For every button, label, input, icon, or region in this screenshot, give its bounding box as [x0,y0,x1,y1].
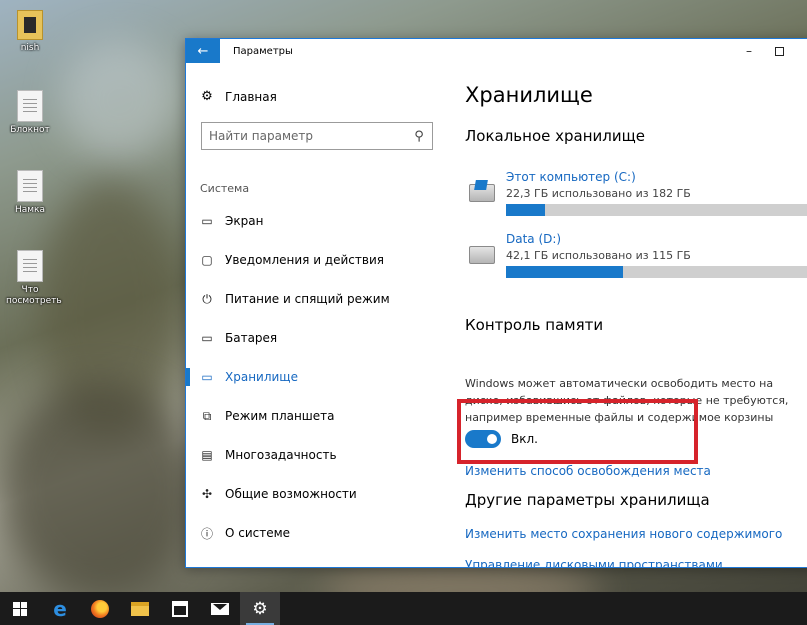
drive-usage-bar [506,266,807,278]
sidebar-item-label: Общие возможности [225,487,357,501]
system-drive-icon [469,184,495,202]
desktop-icon-notepad[interactable]: Блокнот [6,90,54,136]
drive-d[interactable]: Data (D:) 42,1 ГБ использовано из 115 ГБ [465,232,807,282]
text-file-icon [17,250,43,282]
tablet-mode-icon: ⧉ [202,408,212,423]
window-title: Параметры [233,45,293,57]
edge-icon: e [53,596,67,621]
sidebar-item-label: О системе [225,526,291,540]
taskbar: e ⚙ [0,592,807,625]
page-title: Хранилище [465,83,593,107]
sidebar-item-multitasking[interactable]: ▤ Многозадачность [186,440,446,470]
search-box[interactable]: ⚲ [201,122,433,150]
folder-icon [17,10,43,40]
firefox-icon [91,599,109,618]
multitasking-icon: ▤ [201,448,213,462]
text-file-icon [17,90,43,122]
gear-icon: ⚙ [252,598,268,619]
main-content: Хранилище Локальное хранилище Этот компь… [465,63,807,567]
local-storage-heading: Локальное хранилище [465,127,645,145]
back-arrow-icon: ← [197,43,209,59]
sidebar-item-label: Уведомления и действия [225,253,384,267]
sidebar-item-about[interactable]: ⓘ О системе [186,518,446,548]
back-button[interactable]: ← [186,39,220,63]
minimize-button[interactable]: – [734,39,764,63]
sidebar-home[interactable]: ⚙ Главная [200,89,277,104]
drive-name: Этот компьютер (C:) [506,170,636,184]
start-button[interactable] [0,592,40,625]
hard-drive-icon [469,246,495,264]
drive-usage-fill [506,204,546,216]
drive-usage-text: 22,3 ГБ использовано из 182 ГБ [506,187,691,200]
maximize-icon [774,46,784,56]
store-icon [172,600,188,617]
storage-sense-heading: Контроль памяти [465,316,604,334]
taskbar-firefox[interactable] [80,592,120,625]
battery-icon: ▭ [201,331,213,345]
sidebar-item-battery[interactable]: ▭ Батарея [186,323,446,353]
other-storage-heading: Другие параметры хранилища [465,491,710,509]
windows-logo-icon [13,601,27,616]
search-icon[interactable]: ⚲ [406,129,432,144]
sidebar-item-storage[interactable]: ▭ Хранилище [186,362,446,392]
drive-name: Data (D:) [506,232,562,246]
settings-window: ← Параметры – ⚙ Главная ⚲ Система ▭ Экра… [185,38,807,568]
title-bar: ← Параметры – [186,39,807,63]
taskbar-file-explorer[interactable] [120,592,160,625]
manage-storage-spaces-link[interactable]: Управление дисковыми пространствами [465,558,723,567]
gear-icon: ⚙ [201,89,213,104]
drive-usage-bar [506,204,807,216]
sidebar-section-label: Система [200,182,250,195]
desktop-icon-namka[interactable]: Намка [6,170,54,216]
sidebar-item-shared-experiences[interactable]: ✣ Общие возможности [186,479,446,509]
desktop-icon-label: Намка [14,205,46,215]
wallpaper-sky [60,40,180,160]
taskbar-settings[interactable]: ⚙ [240,592,280,625]
display-icon: ▭ [201,214,213,228]
mail-icon [211,602,229,615]
desktop-icon-watch[interactable]: Что посмотреть [6,250,62,307]
desktop-icon-label: Что посмотреть [6,285,62,306]
sidebar-item-label: Батарея [225,331,278,345]
search-input[interactable] [209,129,406,143]
minimize-icon: – [746,44,752,58]
power-icon: ⏻ [202,291,212,306]
maximize-button[interactable] [764,39,794,63]
wallpaper-ground [0,380,200,600]
about-icon: ⓘ [200,526,213,541]
change-save-location-link[interactable]: Изменить место сохранения нового содержи… [465,527,782,541]
desktop-icon-nish[interactable]: nish [6,10,54,54]
drive-usage-fill [506,266,624,278]
drive-usage-text: 42,1 ГБ использовано из 115 ГБ [506,249,691,262]
sidebar-item-display[interactable]: ▭ Экран [186,206,446,236]
sidebar-item-label: Хранилище [225,370,298,384]
sidebar-item-label: Питание и спящий режим [225,292,390,306]
sidebar-item-tablet-mode[interactable]: ⧉ Режим планшета [186,401,446,431]
drive-c[interactable]: Этот компьютер (C:) 22,3 ГБ использовано… [465,170,807,220]
sidebar-home-label: Главная [225,89,277,104]
taskbar-mail[interactable] [200,592,240,625]
file-explorer-icon [131,601,149,616]
sidebar-item-power[interactable]: ⏻ Питание и спящий режим [186,284,446,314]
sidebar-item-notifications[interactable]: ▢ Уведомления и действия [186,245,446,275]
sidebar: ⚙ Главная ⚲ Система ▭ Экран ▢ Уведомлени… [186,63,446,567]
sidebar-item-label: Режим планшета [225,409,335,423]
desktop-icon-label: Блокнот [10,125,50,135]
taskbar-edge[interactable]: e [40,592,80,625]
change-free-space-link[interactable]: Изменить способ освобождения места [465,464,711,478]
desktop-icon-label: nish [20,43,40,53]
notifications-icon: ▢ [201,253,213,267]
shared-experiences-icon: ✣ [201,487,213,501]
sidebar-item-label: Многозадачность [225,448,337,462]
highlight-box [457,399,698,464]
taskbar-store[interactable] [160,592,200,625]
text-file-icon [17,170,43,202]
sidebar-item-label: Экран [225,214,264,228]
storage-icon: ▭ [201,370,213,384]
